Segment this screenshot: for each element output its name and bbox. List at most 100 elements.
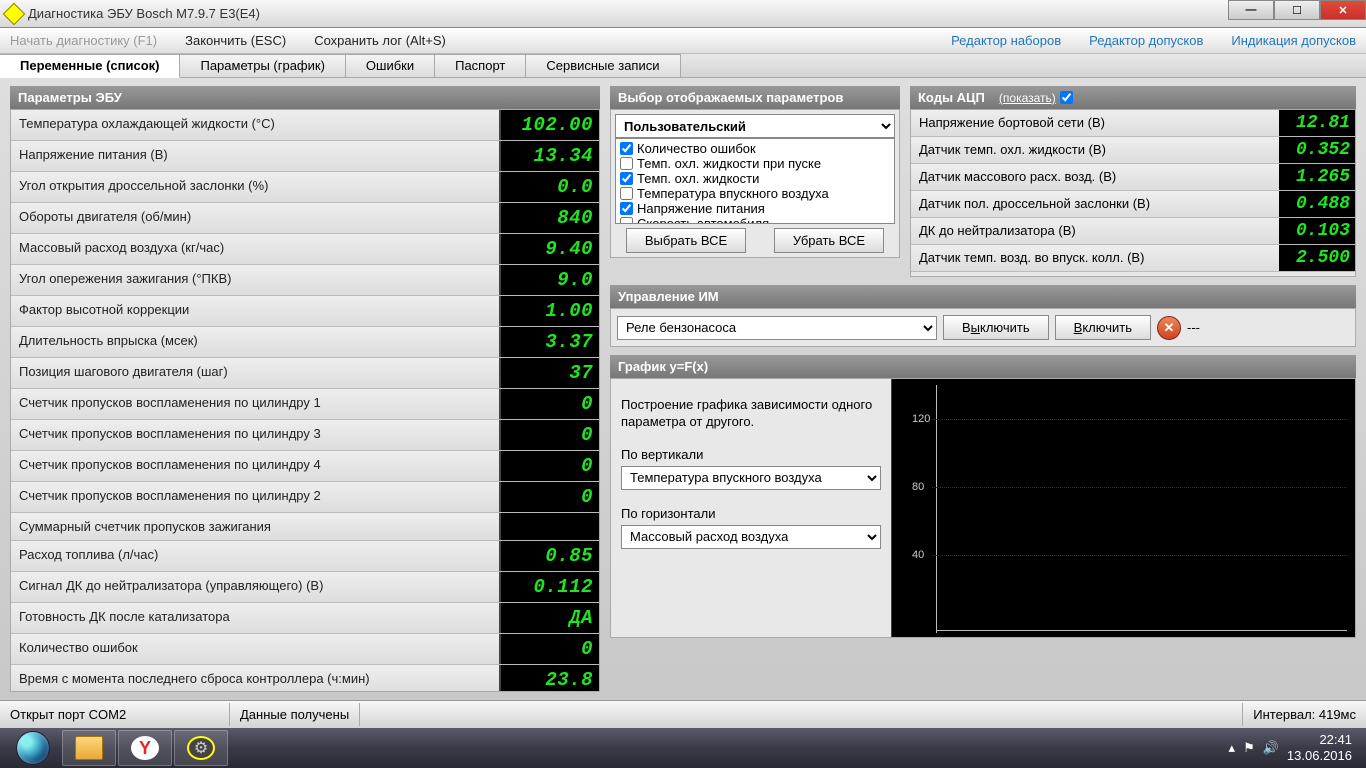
param-label: Фактор высотной коррекции	[11, 296, 499, 326]
param-value: 0	[499, 420, 599, 450]
minimize-button[interactable]	[1228, 0, 1274, 20]
param-label: Температура охлаждающей жидкости (°C)	[11, 110, 499, 140]
adc-header: Коды АЦП (показать)	[910, 86, 1356, 109]
tray-clock[interactable]: 22:41 13.06.2016	[1287, 732, 1352, 763]
window-title: Диагностика ЭБУ Bosch M7.9.7 E3(E4)	[28, 6, 260, 21]
param-row: Позиция шагового двигателя (шаг)37	[11, 358, 599, 389]
close-button[interactable]	[1320, 0, 1366, 20]
start-button[interactable]	[6, 728, 60, 768]
adc-row: Датчик пол. дроссельной заслонки (В)0.48…	[911, 191, 1355, 218]
adc-value: 0.488	[1279, 191, 1355, 217]
im-on-button[interactable]: Включить	[1055, 315, 1151, 340]
check-label: Скорость автомобиля	[637, 216, 769, 224]
menu-tolerance-indication[interactable]: Индикация допусков	[1231, 33, 1356, 48]
param-label: Позиция шагового двигателя (шаг)	[11, 358, 499, 388]
param-value: 0.0	[499, 172, 599, 202]
menu-start[interactable]: Начать диагностику (F1)	[10, 33, 157, 48]
check-item[interactable]: Количество ошибок	[618, 141, 892, 156]
status-data: Данные получены	[230, 703, 360, 726]
tab-errors[interactable]: Ошибки	[346, 54, 435, 77]
statusbar: Открыт порт COM2 Данные получены Интерва…	[0, 700, 1366, 728]
check-box[interactable]	[620, 172, 633, 185]
x-axis	[936, 630, 1347, 631]
tray-arrow-icon[interactable]: ▴	[1229, 740, 1236, 756]
taskbar-app[interactable]: ⚙	[174, 730, 228, 766]
param-label: Обороты двигателя (об/мин)	[11, 203, 499, 233]
param-value: 102.00	[499, 110, 599, 140]
ecu-body: Температура охлаждающей жидкости (°C)102…	[10, 109, 600, 692]
tab-passport[interactable]: Паспорт	[435, 54, 526, 77]
right-column: Выбор отображаемых параметров Пользовате…	[610, 86, 1356, 692]
im-device-dropdown[interactable]: Реле бензонасоса	[617, 316, 937, 340]
check-item[interactable]: Скорость автомобиля	[618, 216, 892, 224]
taskbar: Y ⚙ ▴ ⚑ 🔊 22:41 13.06.2016	[0, 728, 1366, 768]
check-label: Темп. охл. жидкости	[637, 171, 759, 186]
param-value: 0.112	[499, 572, 599, 602]
check-item[interactable]: Напряжение питания	[618, 201, 892, 216]
check-item[interactable]: Температура впускного воздуха	[618, 186, 892, 201]
tab-parameters[interactable]: Параметры (график)	[180, 54, 345, 77]
param-value: 0	[499, 634, 599, 664]
adc-value: 0.352	[1279, 137, 1355, 163]
graph-h-select[interactable]: Массовый расход воздуха	[621, 525, 881, 549]
param-value: 23.8	[499, 665, 599, 692]
check-box[interactable]	[620, 217, 633, 224]
graph-header: График y=F(x)	[610, 355, 1356, 378]
param-value: 37	[499, 358, 599, 388]
top-row: Выбор отображаемых параметров Пользовате…	[610, 86, 1356, 277]
graph-v-select[interactable]: Температура впускного воздуха	[621, 466, 881, 490]
check-label: Темп. охл. жидкости при пуске	[637, 156, 821, 171]
param-value: 0	[499, 389, 599, 419]
param-row: Время с момента последнего сброса контро…	[11, 665, 599, 692]
menu-tolerance-editor[interactable]: Редактор допусков	[1089, 33, 1203, 48]
adc-row: Напряжение бортовой сети (В)12.81	[911, 110, 1355, 137]
adc-label: Датчик массового расх. возд. (В)	[911, 164, 1279, 190]
system-tray[interactable]: ▴ ⚑ 🔊 22:41 13.06.2016	[1229, 732, 1360, 763]
status-interval: Интервал: 419мс	[1242, 703, 1366, 726]
param-label: Напряжение питания (В)	[11, 141, 499, 171]
preset-dropdown[interactable]: Пользовательский	[615, 114, 895, 138]
tabs: Переменные (список) Параметры (график) О…	[0, 54, 1366, 78]
graph-v-label: По вертикали	[621, 447, 881, 462]
param-value: 9.0	[499, 265, 599, 295]
tray-flag-icon[interactable]: ⚑	[1243, 740, 1255, 756]
im-control-header: Управление ИМ	[610, 285, 1356, 308]
titlebar: Диагностика ЭБУ Bosch M7.9.7 E3(E4)	[0, 0, 1366, 28]
menubar: Начать диагностику (F1) Закончить (ESC) …	[0, 28, 1366, 54]
graph-canvas: 120 80 40	[891, 379, 1355, 637]
im-close-button[interactable]: ✕	[1157, 316, 1181, 340]
param-label: Угол открытия дроссельной заслонки (%)	[11, 172, 499, 202]
graph-h-label: По горизонтали	[621, 506, 881, 521]
adc-panel: Коды АЦП (показать) Напряжение бортовой …	[910, 86, 1356, 277]
check-label: Напряжение питания	[637, 201, 765, 216]
param-row: Массовый расход воздуха (кг/час)9.40	[11, 234, 599, 265]
menu-set-editor[interactable]: Редактор наборов	[951, 33, 1061, 48]
taskbar-explorer[interactable]	[62, 730, 116, 766]
check-box[interactable]	[620, 142, 633, 155]
check-box[interactable]	[620, 187, 633, 200]
taskbar-yandex[interactable]: Y	[118, 730, 172, 766]
tray-sound-icon[interactable]: 🔊	[1263, 740, 1279, 756]
adc-show-link[interactable]: (показать)	[999, 91, 1056, 105]
ecu-panel: Параметры ЭБУ Температура охлаждающей жи…	[10, 86, 600, 692]
param-row: Расход топлива (л/час)0.85	[11, 541, 599, 572]
tab-service[interactable]: Сервисные записи	[526, 54, 680, 77]
adc-show-checkbox[interactable]	[1060, 91, 1073, 104]
param-label: Угол опережения зажигания (°ПКВ)	[11, 265, 499, 295]
param-value	[499, 513, 599, 540]
menu-stop[interactable]: Закончить (ESC)	[185, 33, 286, 48]
clear-all-button[interactable]: Убрать ВСЕ	[774, 228, 884, 253]
select-all-button[interactable]: Выбрать ВСЕ	[626, 228, 746, 253]
check-box[interactable]	[620, 157, 633, 170]
check-item[interactable]: Темп. охл. жидкости при пуске	[618, 156, 892, 171]
check-item[interactable]: Темп. охл. жидкости	[618, 171, 892, 186]
im-off-button[interactable]: Выключить	[943, 315, 1049, 340]
check-box[interactable]	[620, 202, 633, 215]
param-row: Угол открытия дроссельной заслонки (%)0.…	[11, 172, 599, 203]
tab-variables[interactable]: Переменные (список)	[0, 54, 180, 78]
workarea: Параметры ЭБУ Температура охлаждающей жи…	[0, 78, 1366, 700]
maximize-button[interactable]	[1274, 0, 1320, 20]
adc-label: Напряжение бортовой сети (В)	[911, 110, 1279, 136]
param-checklist[interactable]: Количество ошибокТемп. охл. жидкости при…	[615, 138, 895, 224]
menu-savelog[interactable]: Сохранить лог (Alt+S)	[314, 33, 446, 48]
